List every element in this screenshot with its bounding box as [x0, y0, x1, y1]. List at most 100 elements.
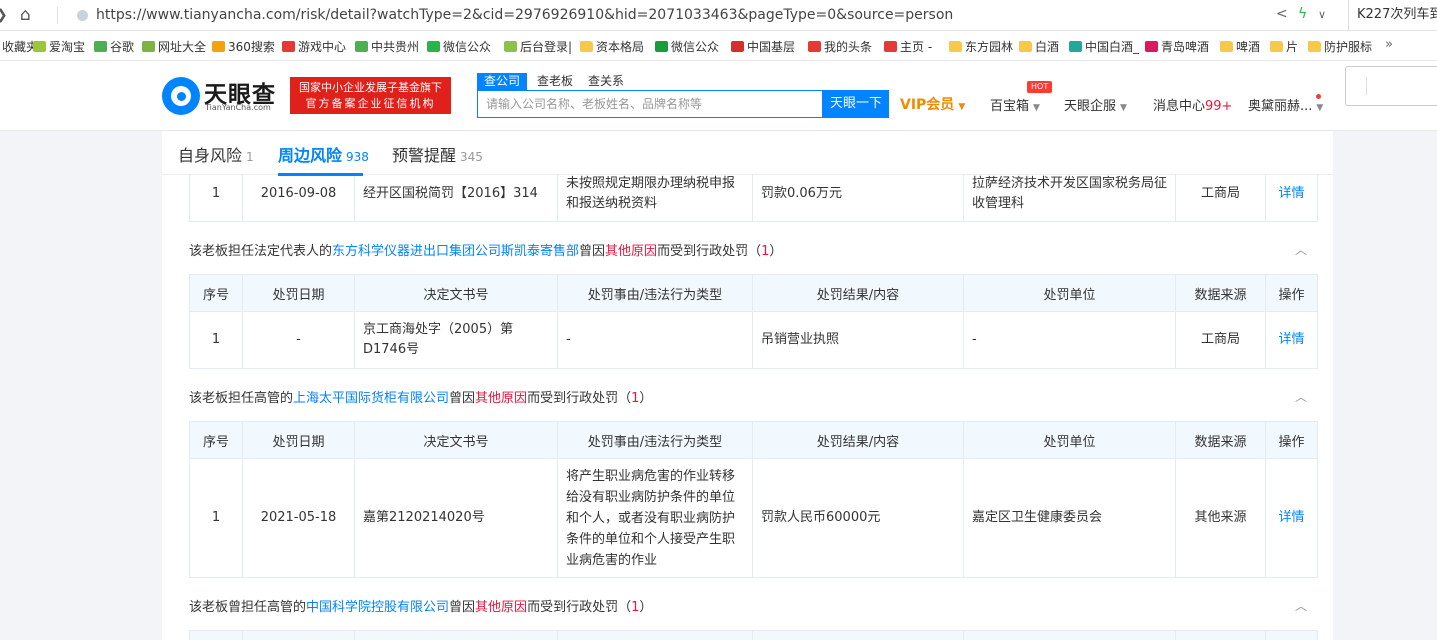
section-title: 该老板曾担任高管的中国科学院控股有限公司曾因其他原因而受到行政处罚（1） [189, 596, 652, 615]
collapse-up-icon[interactable]: ︿ [1295, 597, 1307, 614]
bookmark-item[interactable]: 360搜索 [212, 38, 275, 55]
bookmark-item[interactable]: 微信公众 [427, 38, 491, 55]
section-title: 该老板担任高管的上海太平国际货柜有限公司曾因其他原因而受到行政处罚（1） [189, 387, 652, 406]
bookmark-item[interactable]: 谷歌 [94, 38, 134, 55]
url-field[interactable]: https://www.tianyancha.com/risk/detail?w… [96, 7, 953, 23]
detail-link[interactable]: 详情 [1265, 458, 1318, 578]
risk-tabs: 自身风险 1 周边风险 938 预警提醒 345 [162, 131, 1333, 176]
bookmark-label: 防护服标 [1324, 40, 1373, 54]
reason-text: 其他原因 [475, 391, 528, 406]
message-center-link[interactable]: 消息中心99+ [1153, 95, 1232, 114]
collapse-up-icon[interactable]: ︿ [1295, 388, 1307, 405]
bookmark-item[interactable]: 主页 - [884, 38, 932, 55]
search-suggestion-text[interactable]: K227次列车到 [1348, 0, 1437, 31]
tab-label: 周边风险 [278, 146, 343, 165]
cell-unit: 嘉定区卫生健康委员会 [963, 458, 1176, 578]
more-bookmarks-icon[interactable]: » [1385, 37, 1393, 52]
bookmark-item[interactable]: 白酒 [1019, 38, 1059, 55]
reason-text: 其他原因 [605, 244, 658, 259]
back-icon[interactable]: ❯ [0, 7, 8, 23]
bookmark-label: 主页 - [900, 40, 933, 54]
enterprise-service-menu[interactable]: 天眼企服 ▼ [1064, 95, 1127, 114]
tab-count: 938 [346, 150, 369, 164]
slogan-badge: 国家中小企业发展子基金旗下 官方备案企业征信机构 [290, 77, 451, 114]
company-link[interactable]: 上海太平国际货柜有限公司 [293, 391, 449, 406]
col-header-doc-no: 决定文书号 [354, 274, 558, 312]
search-tab-boss[interactable]: 查老板 [537, 73, 573, 90]
bookmark-item[interactable]: 游戏中心 [282, 38, 346, 55]
bookmark-item[interactable]: 青岛啤酒 [1145, 38, 1209, 55]
section-prefix: 该老板担任高管的 [189, 391, 294, 406]
vip-menu[interactable]: VIP会员 ▼ [900, 94, 965, 114]
bookmark-item[interactable]: 网址大全 [142, 38, 206, 55]
bookmark-label: 资本格局 [596, 40, 645, 54]
news-icon [731, 41, 744, 52]
treasure-label: 百宝箱 [990, 99, 1030, 114]
bookmark-item[interactable]: 防护服标 [1308, 38, 1372, 55]
cell-source: 其他来源 [1175, 458, 1266, 578]
search-tab-relation[interactable]: 查关系 [588, 73, 624, 90]
tab-warning[interactable]: 预警提醒 345 [392, 142, 483, 166]
search-input[interactable] [478, 91, 822, 117]
bookmark-label: 后台登录| [520, 40, 573, 54]
bookmark-item[interactable]: 中国基层 [731, 38, 795, 55]
logo-eye-icon[interactable] [162, 77, 200, 115]
caret-down-icon: ▼ [1316, 103, 1324, 113]
tab-surrounding-risk[interactable]: 周边风险 938 [278, 142, 369, 166]
detail-link[interactable]: 详情 [1265, 311, 1318, 369]
section-prefix: 该老板担任法定代表人的 [189, 244, 333, 259]
col-header-doc-no: 决定文书号 [354, 421, 558, 459]
bookmark-item[interactable]: 啤酒 [1220, 38, 1260, 55]
wechat-icon [427, 41, 440, 52]
site-icon [355, 41, 368, 52]
cell-doc-no: 京工商海处字（2005）第D1746号 [354, 311, 558, 369]
page-scrollbar[interactable] [1425, 131, 1437, 640]
bookmark-label: 游戏中心 [298, 40, 347, 54]
bookmark-item[interactable]: 后台登录| [504, 38, 572, 55]
section-suffix: 而受到行政处罚（ [527, 600, 632, 615]
col-header-reason: 处罚事由/违法行为类型 [557, 421, 753, 459]
bookmark-item[interactable]: 爱淘宝 [33, 38, 85, 55]
user-popup-box[interactable] [1345, 66, 1437, 106]
message-count-badge: 99+ [1205, 99, 1233, 114]
folder-icon [949, 41, 962, 52]
penalty-table [189, 630, 1318, 640]
chevron-down-icon[interactable]: ∨ [1318, 8, 1326, 21]
site-info-icon[interactable] [77, 10, 88, 21]
caret-down-icon: ▼ [1033, 103, 1040, 113]
bookmark-item[interactable]: 我的头条 [808, 38, 872, 55]
section-close: ） [639, 391, 653, 406]
news-icon [808, 41, 821, 52]
home-icon[interactable]: ⌂ [20, 5, 31, 25]
user-menu[interactable]: 奥黛丽赫... ▼ [1248, 95, 1323, 114]
lightning-icon[interactable]: ϟ [1298, 6, 1307, 22]
collapse-up-icon[interactable]: ︿ [1295, 241, 1307, 258]
bookmark-item[interactable]: 中国白酒_ [1069, 38, 1139, 55]
folder-icon [1019, 41, 1032, 52]
enterprise-label: 天眼企服 [1064, 99, 1117, 114]
search-tab-company[interactable]: 查公司 [477, 73, 528, 90]
tab-self-risk[interactable]: 自身风险 1 [178, 142, 254, 166]
company-link[interactable]: 东方科学仪器进出口集团公司斯凯泰寄售部 [332, 244, 579, 259]
risk-detail-panel: 1 2016-09-08 经开区国税简罚【2016】314 未按照规定期限办理纳… [162, 131, 1333, 640]
company-link[interactable]: 中国科学院控股有限公司 [306, 600, 449, 615]
treasure-box-menu[interactable]: 百宝箱 ▼ [990, 95, 1040, 114]
folder-icon [580, 41, 593, 52]
bookmark-label: 东方园林 [965, 40, 1014, 54]
slogan-line-2: 官方备案企业征信机构 [305, 97, 436, 110]
bookmark-item[interactable]: 微信公众 [655, 38, 719, 55]
cell-date: 2021-05-18 [242, 458, 355, 578]
cell-reason: 将产生职业病危害的作业转移给没有职业病防护条件的单位和个人，或者没有职业病防护条… [557, 458, 753, 578]
bookmark-label: 白酒 [1035, 40, 1060, 54]
bookmark-item[interactable]: 东方园林 [949, 38, 1013, 55]
search-button[interactable]: 天眼一下 [823, 90, 889, 118]
share-icon[interactable]: < [1276, 6, 1288, 22]
section-suffix: 而受到行政处罚（ [657, 244, 762, 259]
col-header-seq: 序号 [189, 421, 243, 459]
section-prefix: 该老板曾担任高管的 [189, 600, 307, 615]
bookmark-item[interactable]: 资本格局 [580, 38, 644, 55]
bookmark-item[interactable]: 片 [1270, 38, 1298, 55]
bookmark-item[interactable]: 中共贵州 [355, 38, 419, 55]
col-header-source: 数据来源 [1175, 274, 1266, 312]
beer-icon [1145, 41, 1158, 52]
